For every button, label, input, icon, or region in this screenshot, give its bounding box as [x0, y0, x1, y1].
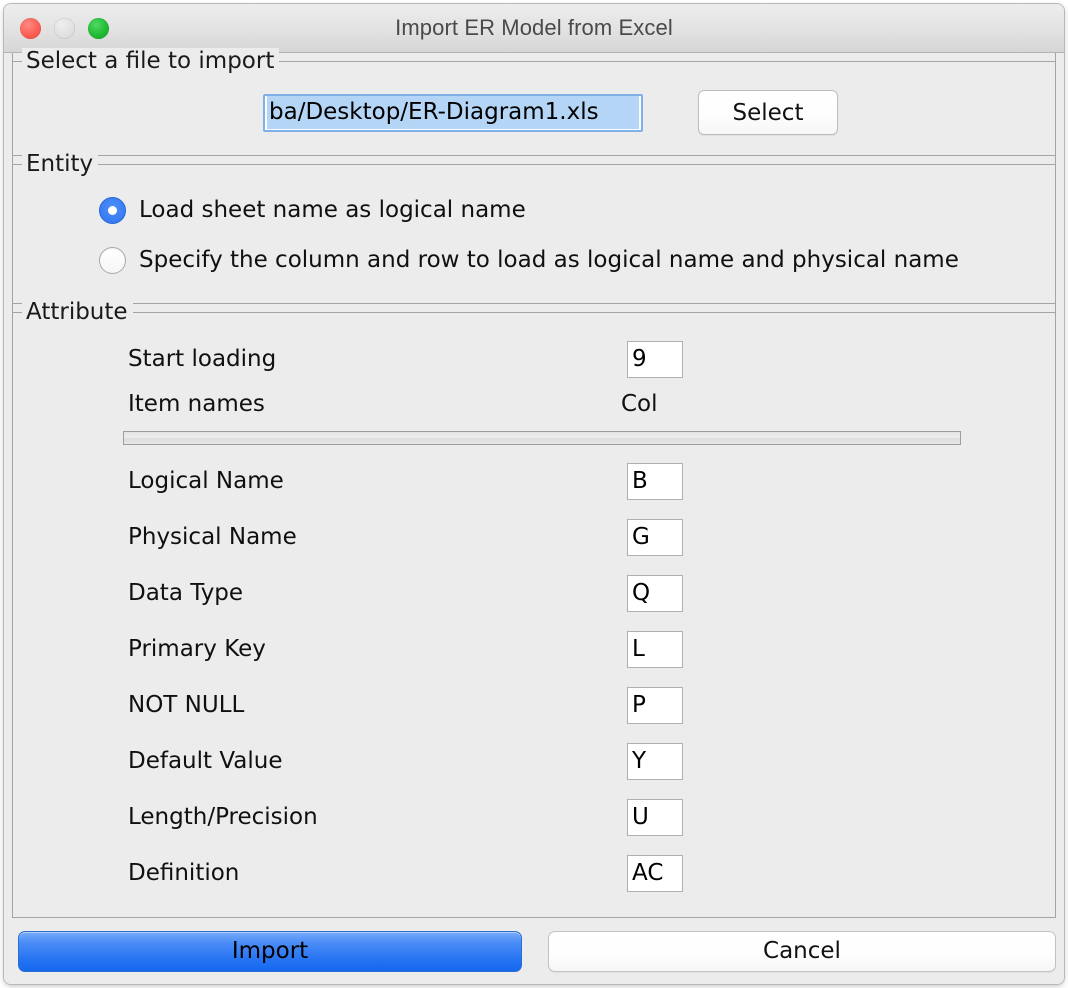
definition-row: Definition AC — [13, 845, 1055, 901]
file-group: Select a file to import ba/Desktop/ER-Di… — [12, 48, 1056, 156]
cancel-button[interactable]: Cancel — [548, 930, 1056, 972]
file-group-border: Select a file to import — [13, 48, 1055, 75]
minimize-icon[interactable] — [54, 17, 75, 39]
radio-option-sheet-name[interactable]: Load sheet name as logical name — [13, 185, 1055, 235]
not-null-input[interactable]: P — [627, 686, 683, 724]
length-precision-label: Length/Precision — [128, 804, 318, 830]
title-bar: Import ER Model from Excel — [4, 4, 1064, 53]
column-headers: Item names Col — [13, 387, 1055, 429]
definition-label: Definition — [128, 860, 240, 886]
logical-name-input[interactable]: B — [627, 462, 683, 500]
start-loading-row: Start loading 9 — [13, 331, 1055, 387]
start-loading-input[interactable]: 9 — [627, 340, 683, 378]
zoom-icon[interactable] — [88, 17, 109, 39]
radio-option-specify-column-row-label: Specify the column and row to load as lo… — [139, 247, 959, 273]
entity-group-body: Load sheet name as logical name Specify … — [13, 173, 1055, 303]
file-path-input[interactable]: ba/Desktop/ER-Diagram1.xls — [263, 93, 643, 132]
window-title: Import ER Model from Excel — [395, 15, 673, 40]
header-item-names: Item names — [128, 391, 265, 417]
data-type-row: Data Type Q — [13, 565, 1055, 621]
primary-key-input[interactable]: L — [627, 630, 683, 668]
file-path-value: ba/Desktop/ER-Diagram1.xls — [267, 96, 639, 129]
entity-group-border: Entity — [13, 151, 1055, 178]
header-col: Col — [621, 391, 658, 417]
primary-key-label: Primary Key — [128, 636, 266, 662]
start-loading-label: Start loading — [128, 346, 277, 372]
dialog-footer: Import Cancel — [4, 918, 1064, 984]
not-null-row: NOT NULL P — [13, 677, 1055, 733]
close-icon[interactable] — [20, 17, 41, 39]
window-controls — [20, 4, 109, 52]
radio-option-specify-column-row[interactable]: Specify the column and row to load as lo… — [13, 235, 1055, 285]
attribute-group-border: Attribute — [13, 299, 1055, 326]
default-value-input[interactable]: Y — [627, 742, 683, 780]
physical-name-input[interactable]: G — [627, 518, 683, 556]
import-dialog-window: Import ER Model from Excel Select a file… — [4, 4, 1064, 984]
attribute-group: Attribute Start loading 9 Item names Col… — [12, 299, 1056, 918]
radio-unselected-icon[interactable] — [99, 246, 126, 274]
primary-key-row: Primary Key L — [13, 621, 1055, 677]
physical-name-label: Physical Name — [128, 524, 297, 550]
data-type-input[interactable]: Q — [627, 574, 683, 612]
not-null-label: NOT NULL — [128, 692, 245, 718]
data-type-label: Data Type — [128, 580, 244, 606]
dialog-content: Select a file to import ba/Desktop/ER-Di… — [4, 48, 1064, 984]
file-group-body: ba/Desktop/ER-Diagram1.xls Select — [13, 70, 1055, 155]
import-button[interactable]: Import — [18, 930, 522, 972]
default-value-label: Default Value — [128, 748, 283, 774]
attribute-group-body: Start loading 9 Item names Col Logical N… — [13, 321, 1055, 915]
radio-option-sheet-name-label: Load sheet name as logical name — [139, 197, 526, 223]
physical-name-row: Physical Name G — [13, 509, 1055, 565]
definition-input[interactable]: AC — [627, 854, 683, 892]
logical-name-row: Logical Name B — [13, 453, 1055, 509]
file-row: ba/Desktop/ER-Diagram1.xls Select — [13, 70, 1055, 155]
entity-group: Entity Load sheet name as logical name S… — [12, 151, 1056, 304]
default-value-row: Default Value Y — [13, 733, 1055, 789]
radio-selected-icon[interactable] — [99, 196, 126, 224]
logical-name-label: Logical Name — [128, 468, 284, 494]
length-precision-row: Length/Precision U — [13, 789, 1055, 845]
header-separator — [123, 431, 961, 445]
length-precision-input[interactable]: U — [627, 798, 683, 836]
select-file-button[interactable]: Select — [698, 90, 838, 135]
